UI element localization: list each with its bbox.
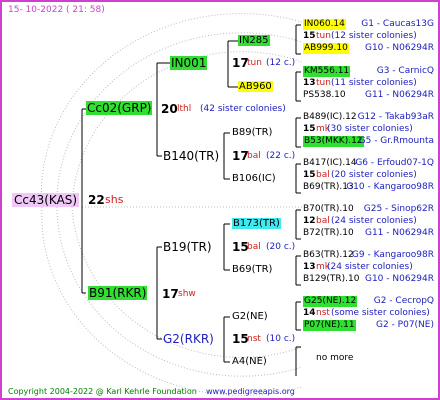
gen4-number: 13 bbox=[303, 262, 316, 272]
gen4-queen[interactable]: B129(TR).10 bbox=[303, 274, 359, 285]
gen4-queen[interactable]: B63(TR).12 bbox=[303, 250, 354, 261]
father-suffix: shw bbox=[178, 289, 196, 299]
gen2-suffix: bal bbox=[247, 151, 261, 161]
gen4-origin: G11 - N06294R bbox=[364, 228, 434, 238]
gen2-suffix: nst bbox=[247, 334, 261, 344]
mother-suffix: lthl bbox=[177, 104, 192, 114]
gen2-queen[interactable]: G2(RKR) bbox=[163, 332, 214, 346]
gen4-origin: G10 - N06294R bbox=[364, 43, 434, 53]
gen4-origin: G1 - Caucas13G bbox=[361, 19, 434, 29]
gen4-number: 15 bbox=[303, 124, 316, 134]
gen4-origin: G2 - P07(NE) bbox=[376, 320, 434, 330]
gen4-queen[interactable]: B70(TR).10 bbox=[303, 204, 354, 215]
gen2-note: (22 c.) bbox=[266, 151, 296, 161]
gen4-note: (24 sister colonies) bbox=[331, 216, 417, 226]
gen2-suffix: tun bbox=[247, 58, 262, 68]
root-suffix: shs bbox=[105, 193, 124, 206]
gen4-note: (24 sister colonies) bbox=[327, 262, 413, 272]
gen2-queen[interactable]: IN001 bbox=[170, 56, 208, 70]
gen2-note: (10 c.) bbox=[266, 334, 296, 344]
gen4-origin: G10 - Kangaroo98R bbox=[346, 182, 434, 192]
gen2-suffix: bal bbox=[247, 242, 261, 252]
gen2-note: (20 c.) bbox=[266, 242, 296, 252]
gen3-queen[interactable]: B89(TR) bbox=[232, 127, 272, 138]
gen4-suffix: bal bbox=[316, 170, 330, 180]
gen4-queen[interactable]: AB999.10 bbox=[303, 43, 349, 54]
gen4-note: (12 sister colonies) bbox=[331, 31, 417, 41]
mother-queen[interactable]: Cc02(GRP) bbox=[86, 101, 153, 115]
gen4-suffix: tun bbox=[316, 31, 331, 41]
mother-number: 20 bbox=[161, 102, 178, 116]
gen3-queen[interactable]: A4(NE) bbox=[232, 356, 267, 367]
no-more-label: no more bbox=[316, 353, 354, 363]
gen4-queen[interactable]: B72(TR).10 bbox=[303, 228, 354, 239]
gen4-origin: G3 - CarnicQ bbox=[376, 66, 434, 76]
gen3-queen[interactable]: G2(NE) bbox=[232, 311, 268, 322]
gen4-queen[interactable]: B489(IC).12 bbox=[303, 112, 357, 123]
gen4-queen[interactable]: IN060.14 bbox=[303, 19, 346, 30]
site-link[interactable]: www.pedigreeapis.org bbox=[206, 386, 295, 397]
mother-note: (42 sister colonies) bbox=[200, 104, 286, 114]
gen4-origin: G9 - Kangaroo98R bbox=[351, 250, 434, 260]
gen4-queen[interactable]: B417(IC).14 bbox=[303, 158, 357, 169]
gen4-origin: G2 - CecropQ bbox=[373, 296, 434, 306]
gen3-queen[interactable]: AB960 bbox=[238, 81, 273, 92]
gen4-number: 15 bbox=[303, 170, 316, 180]
gen2-note: (12 c.) bbox=[266, 58, 296, 68]
father-number: 17 bbox=[162, 287, 179, 301]
gen2-queen[interactable]: B140(TR) bbox=[163, 149, 219, 163]
gen4-origin: G11 - N06294R bbox=[364, 90, 434, 100]
date-stamp: 15- 10-2022 ( 21: 58) bbox=[8, 5, 105, 15]
gen3-queen[interactable]: B106(IC) bbox=[232, 173, 276, 184]
gen4-note: (some sister colonies) bbox=[331, 308, 430, 318]
gen4-number: 15 bbox=[303, 31, 316, 41]
gen4-origin: G12 - Takab93aR bbox=[357, 112, 434, 122]
copyright: Copyright 2004-2022 @ Karl Kehrle Founda… bbox=[8, 387, 197, 396]
gen4-suffix: tun bbox=[316, 78, 331, 88]
gen4-origin: G6 - Erfoud07-1Q bbox=[355, 158, 434, 168]
gen4-origin: G5 - Gr.Rmounta bbox=[358, 136, 434, 146]
father-queen[interactable]: B91(RKR) bbox=[88, 286, 148, 300]
gen3-queen[interactable]: B173(TR) bbox=[232, 218, 281, 229]
gen4-note: (30 sister colonies) bbox=[327, 124, 413, 134]
gen4-queen[interactable]: G25(NE).12 bbox=[303, 296, 358, 307]
root-queen[interactable]: Cc43(KAS) bbox=[12, 193, 80, 207]
gen4-note: (11 sister colonies) bbox=[331, 78, 417, 88]
gen4-suffix: bal bbox=[316, 216, 330, 226]
gen4-note: (20 sister colonies) bbox=[331, 170, 417, 180]
gen4-queen[interactable]: KM556.11 bbox=[303, 66, 351, 77]
gen3-queen[interactable]: B69(TR) bbox=[232, 264, 272, 275]
gen4-queen[interactable]: PS538.10 bbox=[303, 90, 346, 101]
gen4-number: 14 bbox=[303, 308, 316, 318]
root-number: 22 bbox=[88, 193, 105, 207]
gen4-origin: G10 - N06294R bbox=[364, 274, 434, 284]
gen4-queen[interactable]: P07(NE).11 bbox=[303, 320, 356, 331]
gen2-queen[interactable]: B19(TR) bbox=[163, 240, 212, 254]
gen4-number: 12 bbox=[303, 216, 316, 226]
pedigree-frame: 15- 10-2022 ( 21: 58) Cc43(KAS) 22 shs C… bbox=[0, 0, 440, 400]
gen4-origin: G25 - Sinop62R bbox=[363, 204, 434, 214]
gen4-suffix: nst bbox=[316, 308, 330, 318]
gen4-number: 13 bbox=[303, 78, 316, 88]
gen3-queen[interactable]: IN285 bbox=[238, 35, 270, 46]
gen4-queen[interactable]: B53(MKK).12 bbox=[303, 136, 364, 147]
